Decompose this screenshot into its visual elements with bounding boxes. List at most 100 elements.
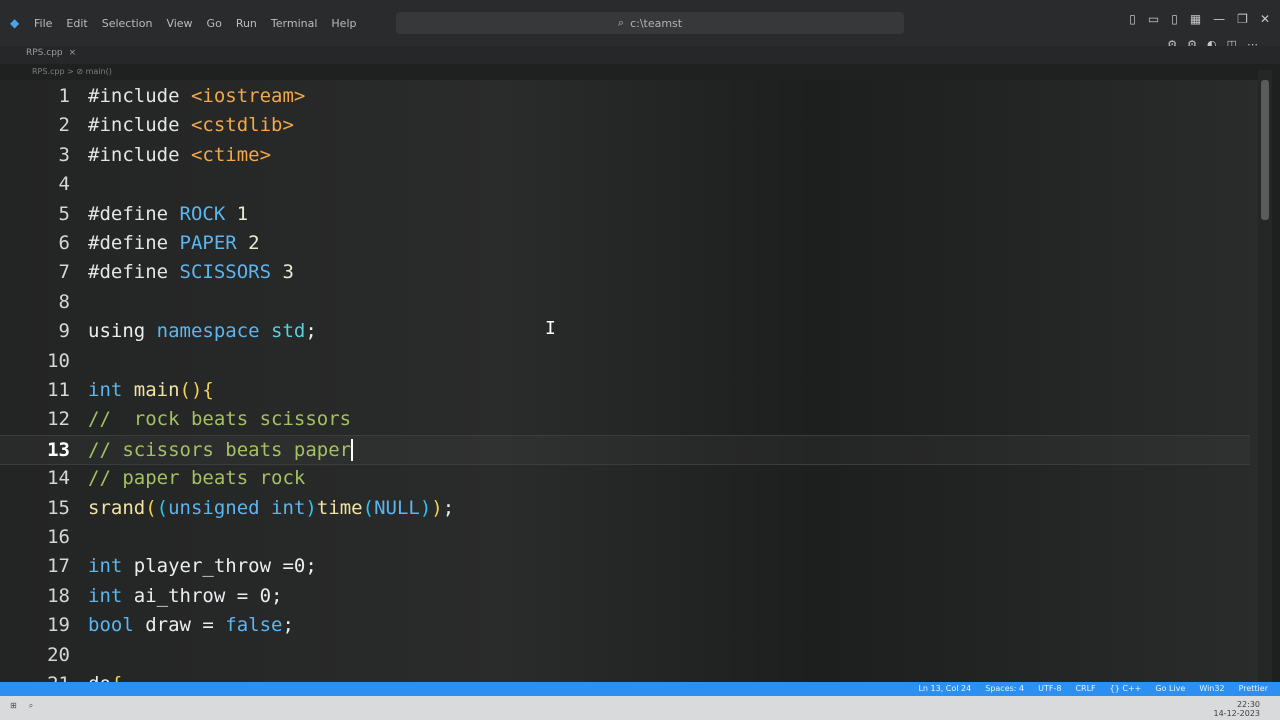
line-number: 15: [47, 496, 70, 519]
status-bar-item[interactable]: {} C++: [1110, 684, 1142, 693]
code-line[interactable]: 17 int player_throw =0;: [0, 552, 1250, 580]
maximize-icon[interactable]: ❐: [1237, 12, 1248, 26]
status-bar-item[interactable]: Spaces: 4: [985, 684, 1024, 693]
code-token: // paper beats rock: [88, 467, 306, 490]
code-editor[interactable]: 1 #include <iostream> 2 #include <cstdlib> 3…: [0, 80, 1260, 695]
line-code: int player_throw =0;: [88, 552, 317, 580]
status-bar-item[interactable]: CRLF: [1075, 684, 1095, 693]
line-code: int ai_throw = 0;: [88, 582, 282, 610]
tab-bar: RPS.cpp ×: [0, 46, 1280, 64]
command-center-search[interactable]: ⌕ c:\teamst: [396, 12, 904, 34]
code-token: <iostream>: [190, 85, 306, 107]
code-line[interactable]: 13 // scissors beats paper: [0, 434, 1250, 465]
line-number: 6: [58, 232, 70, 254]
code-token: // scissors beats paper: [88, 438, 352, 461]
taskbar-clock[interactable]: 22:30 14-12-2023: [1214, 700, 1261, 718]
minimize-icon[interactable]: —: [1213, 12, 1225, 26]
line-number: 7: [58, 261, 70, 284]
code-line[interactable]: 12 // rock beats scissors: [0, 405, 1250, 433]
line-code: int main(){: [88, 376, 214, 404]
line-number: 16: [47, 526, 70, 548]
code-token: NULL: [374, 496, 420, 519]
line-code: using namespace std;: [88, 317, 317, 345]
editor-tab[interactable]: RPS.cpp ×: [26, 48, 76, 58]
search-icon: ⌕: [617, 16, 625, 29]
status-bar-item[interactable]: Prettier: [1239, 684, 1268, 693]
line-number: 8: [58, 290, 70, 313]
code-line[interactable]: 15 srand((unsigned int)time(NULL));: [0, 494, 1250, 522]
line-number: 11: [47, 379, 70, 401]
code-line[interactable]: 8: [0, 288, 1250, 316]
code-token: 2: [248, 232, 260, 254]
code-token: ): [431, 496, 443, 519]
scroll-thumb[interactable]: [1261, 80, 1269, 220]
line-code: #include <cstdlib>: [88, 111, 294, 139]
line-code: #define PAPER 2: [88, 229, 260, 257]
code-token: ai_throw = 0;: [133, 584, 283, 607]
taskbar-search-icon[interactable]: ⌕: [29, 701, 33, 711]
code-line[interactable]: 20: [0, 641, 1250, 669]
code-line[interactable]: 9 using namespace std;: [0, 317, 1250, 345]
code-token: (: [145, 496, 157, 519]
line-code: #define SCISSORS 3: [88, 258, 294, 286]
status-bar-item[interactable]: Ln 13, Col 24: [918, 684, 971, 693]
code-line[interactable]: 5 #define ROCK 1: [0, 200, 1250, 228]
breadcrumb-path[interactable]: RPS.cpp > ⊘ main(): [32, 67, 112, 76]
menu-go[interactable]: Go: [207, 17, 222, 30]
line-number: 20: [47, 643, 70, 666]
status-bar-item[interactable]: Win32: [1199, 684, 1224, 693]
toggle-secondary-sidebar-icon[interactable]: ▯: [1171, 12, 1178, 26]
search-text: c:\teamst: [630, 16, 683, 30]
toggle-primary-sidebar-icon[interactable]: ▯: [1129, 12, 1136, 26]
code-line[interactable]: 1 #include <iostream>: [0, 82, 1250, 110]
menu-file[interactable]: File: [34, 17, 52, 30]
status-bar-item[interactable]: Go Live: [1155, 684, 1185, 693]
line-code: #define ROCK 1: [88, 200, 248, 228]
menu-view[interactable]: View: [166, 17, 192, 30]
toggle-panel-icon[interactable]: ▭: [1148, 12, 1159, 26]
code-token: draw =: [145, 614, 226, 637]
code-token: #include: [88, 85, 191, 107]
line-number: 13: [47, 438, 70, 461]
code-line[interactable]: 6 #define PAPER 2: [0, 229, 1250, 257]
code-token: int: [88, 584, 134, 607]
menu-terminal[interactable]: Terminal: [271, 17, 318, 30]
line-code: // paper beats rock: [88, 464, 305, 492]
code-token: #define: [88, 232, 180, 254]
code-line[interactable]: 4: [0, 170, 1250, 198]
code-line[interactable]: 11 int main(){: [0, 376, 1250, 404]
status-bar-item[interactable]: UTF-8: [1038, 684, 1061, 693]
code-token: ): [305, 496, 317, 519]
menu-help[interactable]: Help: [331, 17, 356, 30]
code-token: player_throw =0;: [133, 555, 317, 578]
vertical-scrollbar[interactable]: [1258, 70, 1272, 682]
line-code: #include <ctime>: [88, 141, 271, 169]
breadcrumb: RPS.cpp > ⊘ main(): [0, 64, 1280, 80]
close-icon[interactable]: ✕: [1260, 12, 1270, 26]
code-token: unsigned int: [168, 496, 306, 519]
line-code: // rock beats scissors: [88, 405, 351, 433]
code-token: 3: [282, 261, 294, 284]
mouse-ibeam-cursor-icon: I: [545, 318, 556, 339]
title-bar: ◆ File Edit Selection View Go Run Termin…: [0, 0, 1280, 51]
code-token: time: [316, 496, 363, 519]
line-code: // scissors beats paper: [88, 436, 354, 464]
menu-run[interactable]: Run: [236, 17, 257, 30]
menu-edit[interactable]: Edit: [66, 17, 87, 30]
customize-layout-icon[interactable]: ▦: [1190, 12, 1201, 26]
code-line[interactable]: 10: [0, 347, 1250, 375]
menu-selection[interactable]: Selection: [102, 17, 153, 30]
code-line[interactable]: 3 #include <ctime>: [0, 141, 1250, 169]
line-number: 9: [58, 320, 70, 343]
code-token: (: [362, 496, 375, 519]
line-number: 17: [47, 555, 70, 578]
code-line[interactable]: 16: [0, 523, 1250, 551]
tab-close-icon[interactable]: ×: [69, 48, 77, 58]
start-icon[interactable]: ⊞: [10, 701, 17, 711]
code-token: (: [156, 496, 169, 519]
code-line[interactable]: 18 int ai_throw = 0;: [0, 582, 1250, 610]
code-line[interactable]: 2 #include <cstdlib>: [0, 111, 1250, 139]
code-line[interactable]: 7 #define SCISSORS 3: [0, 258, 1250, 286]
code-line[interactable]: 14 // paper beats rock: [0, 464, 1250, 492]
code-line[interactable]: 19 bool draw = false;: [0, 611, 1250, 639]
